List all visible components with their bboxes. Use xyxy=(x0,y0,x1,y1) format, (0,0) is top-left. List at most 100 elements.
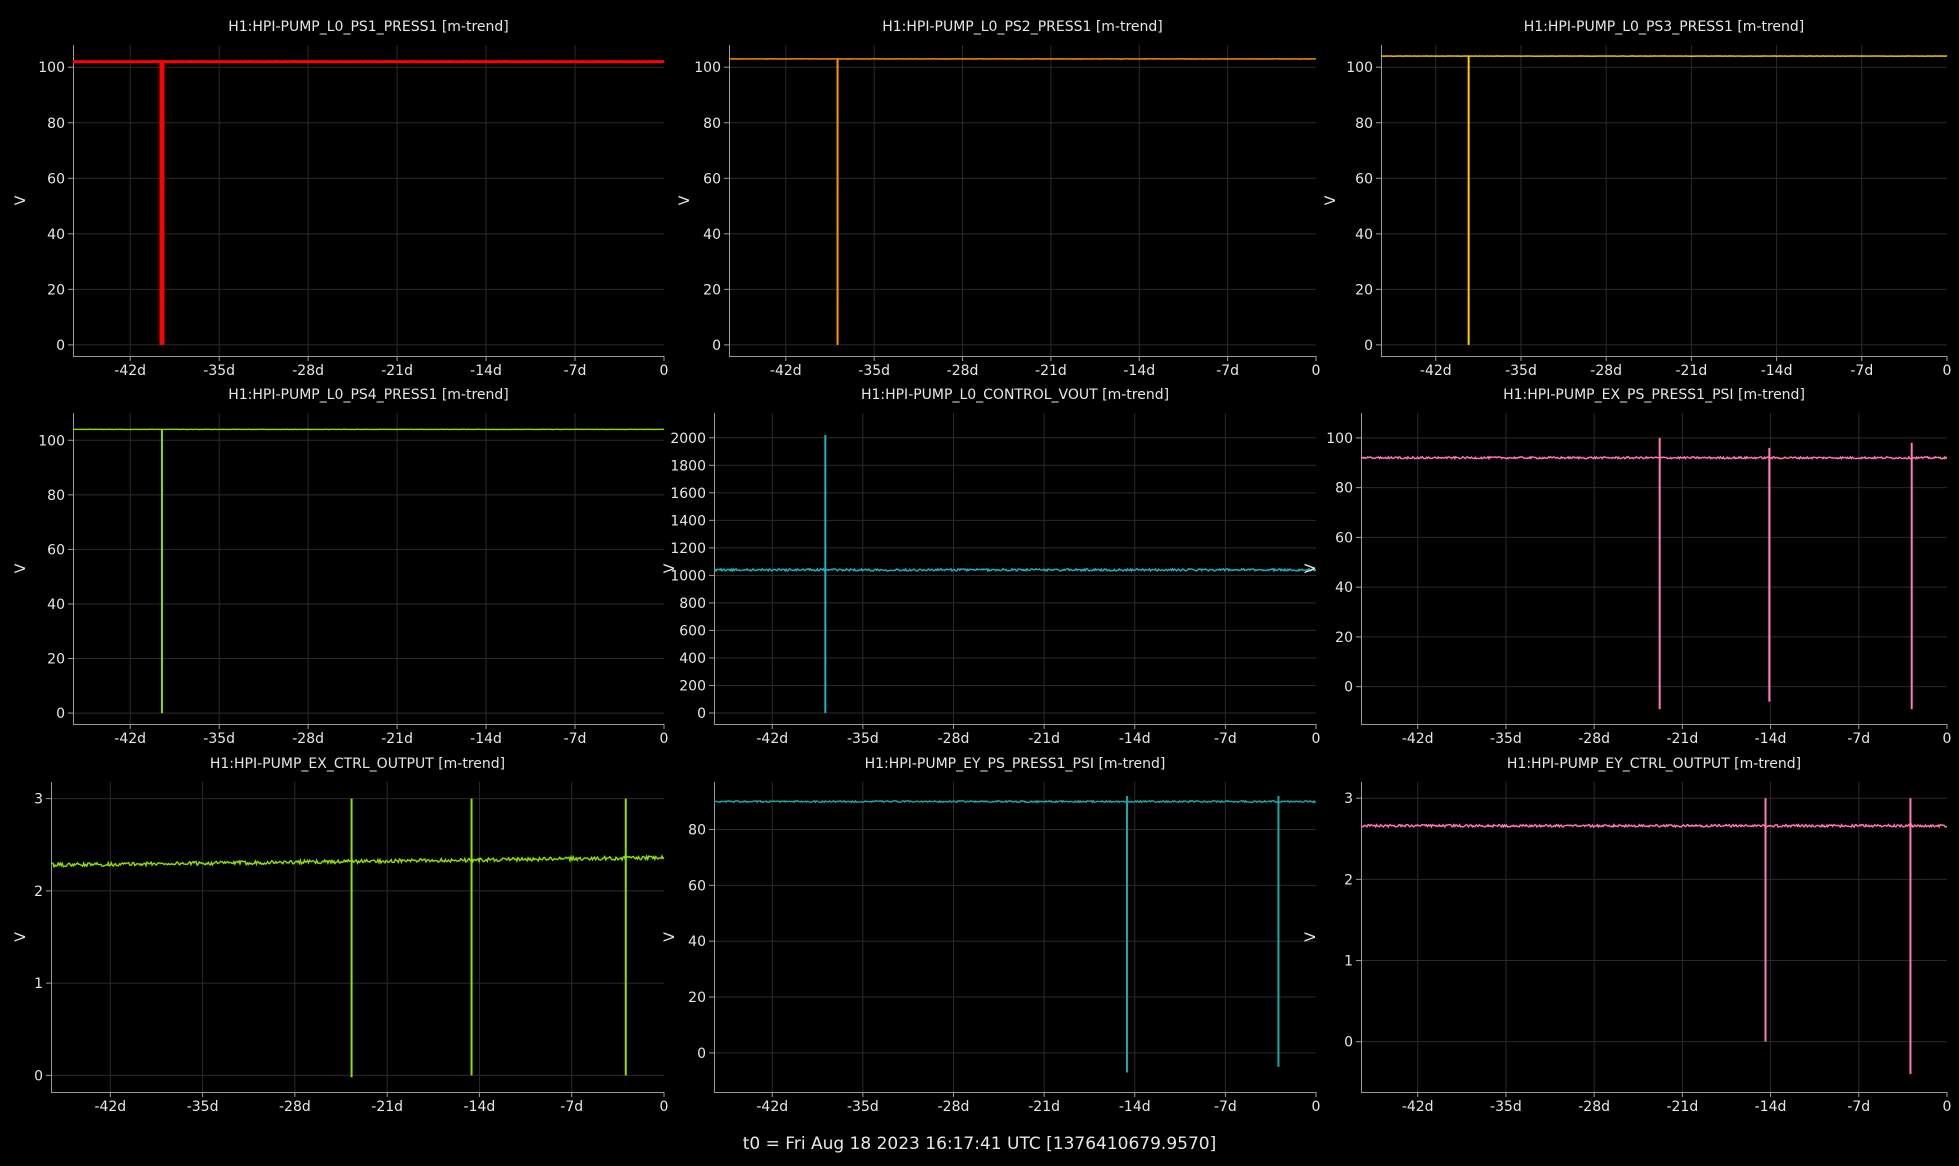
plot-1: -42d -35d -28d -21d -14d -7d 0 0 20 40 60 80 100 H1:H… xyxy=(13,19,668,379)
y-tick-label-4: 80 xyxy=(688,822,706,838)
y-tick-label-2: 2 xyxy=(1344,872,1353,888)
x-tick-label-1: -35d xyxy=(187,1099,219,1115)
x-tick-label-0: -42d xyxy=(1402,1099,1434,1115)
x-tick-label-6: 0 xyxy=(660,731,669,747)
x-tick-label-6: 0 xyxy=(1943,1099,1952,1115)
x-tick-label-3: -21d xyxy=(1028,731,1060,747)
plot-6: -42d -35d -28d -21d -14d -7d 0 0 20 40 60 80 100 H1:H… xyxy=(1303,387,1951,747)
x-tick-label-3: -21d xyxy=(1035,363,1067,379)
y-tick-label-0: 0 xyxy=(1364,338,1373,354)
x-tick-label-0: -42d xyxy=(114,731,146,747)
y-tick-label-3: 3 xyxy=(34,792,43,808)
x-tick-label-2: -28d xyxy=(938,731,970,747)
y-tick-label-2: 40 xyxy=(1335,580,1353,596)
y-tick-label-1: 1 xyxy=(1344,954,1353,970)
x-tick-label-1: -35d xyxy=(1505,363,1537,379)
y-tick-label-2: 40 xyxy=(703,227,721,243)
x-tick-label-0: -42d xyxy=(1420,363,1452,379)
plot-3: -42d -35d -28d -21d -14d -7d 0 0 20 40 60 80 100 H1:H… xyxy=(1323,19,1951,379)
y-tick-label-2: 2 xyxy=(34,884,43,900)
y-tick-label-8: 1600 xyxy=(670,486,706,502)
plot-title: H1:HPI-PUMP_EY_CTRL_OUTPUT [m-trend] xyxy=(1507,756,1801,772)
y-tick-label-3: 60 xyxy=(703,171,721,187)
y-axis-label: V xyxy=(662,563,678,573)
plot-title: H1:HPI-PUMP_L0_PS1_PRESS1 [m-trend] xyxy=(228,19,509,35)
y-tick-label-1: 20 xyxy=(47,282,65,298)
y-axis-label: V xyxy=(662,932,678,942)
x-tick-label-2: -28d xyxy=(292,731,324,747)
grid xyxy=(1361,782,1947,1092)
y-axis-label: V xyxy=(677,195,693,205)
plot-title: H1:HPI-PUMP_EY_PS_PRESS1_PSI [m-trend] xyxy=(865,756,1166,772)
y-tick-label-4: 80 xyxy=(1355,116,1373,132)
y-tick-label-2: 400 xyxy=(679,651,706,667)
x-tick-label-1: -35d xyxy=(203,363,235,379)
x-tick-label-4: -14d xyxy=(1119,731,1151,747)
grid xyxy=(1361,413,1947,724)
y-tick-label-2: 40 xyxy=(1355,227,1373,243)
x-tick-label-1: -35d xyxy=(1490,1099,1522,1115)
x-tick-label-4: -14d xyxy=(1755,1099,1787,1115)
x-tick-label-5: -7d xyxy=(1214,1099,1237,1115)
x-tick-label-3: -21d xyxy=(381,731,413,747)
y-tick-label-2: 40 xyxy=(688,934,706,950)
x-tick-label-3: -21d xyxy=(381,363,413,379)
x-tick-label-4: -14d xyxy=(1119,1099,1151,1115)
y-tick-label-6: 1200 xyxy=(670,541,706,557)
y-tick-label-5: 100 xyxy=(38,433,65,449)
y-tick-label-10: 2000 xyxy=(670,431,706,447)
y-axis-label: V xyxy=(13,195,29,205)
x-tick-label-4: -14d xyxy=(464,1099,496,1115)
y-tick-label-0: 0 xyxy=(697,1046,706,1062)
x-tick-label-1: -35d xyxy=(847,1099,879,1115)
x-tick-label-0: -42d xyxy=(94,1099,126,1115)
y-tick-label-4: 800 xyxy=(679,596,706,612)
x-tick-label-5: -7d xyxy=(1214,731,1237,747)
x-tick-label-6: 0 xyxy=(660,363,669,379)
y-tick-label-0: 0 xyxy=(56,706,65,722)
plot-8: -42d -35d -28d -21d -14d -7d 0 0 20 40 60 80 H1:HPI-… xyxy=(662,756,1320,1115)
plot-4: -42d -35d -28d -21d -14d -7d 0 0 20 40 60 80 100 H1:H… xyxy=(13,387,668,747)
y-tick-label-5: 100 xyxy=(694,60,721,76)
x-tick-label-5: -7d xyxy=(1847,1099,1870,1115)
y-tick-label-1: 20 xyxy=(1335,630,1353,646)
y-tick-label-1: 20 xyxy=(47,652,65,668)
x-tick-label-3: -21d xyxy=(1676,363,1708,379)
plot-7: -42d -35d -28d -21d -14d -7d 0 0 1 2 3 H1:HPI-PUMP_… xyxy=(13,756,668,1115)
x-tick-label-5: -7d xyxy=(564,731,587,747)
x-tick-label-0: -42d xyxy=(756,731,788,747)
x-tick-label-5: -7d xyxy=(560,1099,583,1115)
x-tick-label-4: -14d xyxy=(470,731,502,747)
x-tick-label-4: -14d xyxy=(470,363,502,379)
x-tick-label-5: -7d xyxy=(1216,363,1239,379)
x-tick-label-5: -7d xyxy=(564,363,587,379)
x-tick-label-4: -14d xyxy=(1755,731,1787,747)
y-tick-label-2: 40 xyxy=(47,227,65,243)
y-tick-label-1: 200 xyxy=(679,678,706,694)
y-tick-label-3: 600 xyxy=(679,623,706,639)
y-tick-label-5: 100 xyxy=(38,60,65,76)
y-tick-label-1: 20 xyxy=(1355,282,1373,298)
x-tick-label-6: 0 xyxy=(1312,1099,1321,1115)
y-axis-label: V xyxy=(13,563,29,573)
y-tick-label-3: 3 xyxy=(1344,791,1353,807)
y-tick-label-0: 0 xyxy=(1344,680,1353,696)
y-tick-label-2: 40 xyxy=(47,597,65,613)
y-tick-label-0: 0 xyxy=(712,338,721,354)
plot-9: -42d -35d -28d -21d -14d -7d 0 0 1 2 3 H1:HPI-PUMP_… xyxy=(1303,756,1951,1115)
x-tick-label-1: -35d xyxy=(858,363,890,379)
y-tick-label-9: 1800 xyxy=(670,458,706,474)
y-tick-label-0: 0 xyxy=(34,1068,43,1084)
trend-plots: -42d -35d -28d -21d -14d -7d 0020406080100H1:H… xyxy=(13,19,1951,1115)
y-tick-label-4: 80 xyxy=(703,116,721,132)
y-tick-label-5: 100 xyxy=(1346,60,1373,76)
t0-footer: t0 = Fri Aug 18 2023 16:17:41 UTC [13764… xyxy=(742,1134,1217,1154)
x-tick-label-0: -42d xyxy=(770,363,802,379)
x-tick-label-1: -35d xyxy=(847,731,879,747)
x-tick-label-5: -7d xyxy=(1850,363,1873,379)
y-axis-label: V xyxy=(1303,563,1319,573)
y-tick-label-0: 0 xyxy=(1344,1035,1353,1051)
y-tick-label-4: 80 xyxy=(47,488,65,504)
x-tick-label-4: -14d xyxy=(1123,363,1155,379)
x-tick-label-6: 0 xyxy=(660,1099,669,1115)
